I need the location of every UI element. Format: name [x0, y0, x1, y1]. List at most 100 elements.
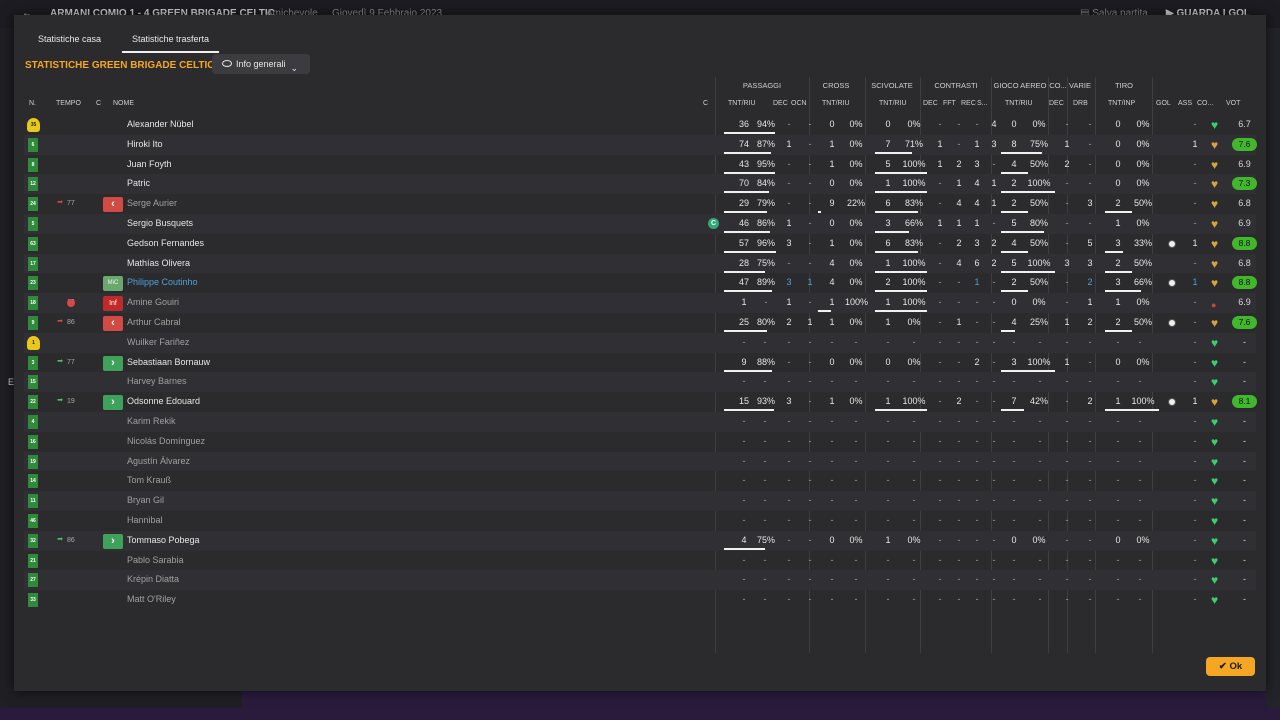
header-con-fft[interactable]: FFT [943, 100, 956, 107]
table-row[interactable]: 1 Wuilker Fariñez - - - - - - - - - - - - - - - - - - - ♥ - [24, 332, 1256, 353]
rating-badge: 7.6 [1232, 137, 1257, 151]
table-row[interactable]: 5 Sergio Busquets C 46 86% 1-0 0% 3 66% 1 1 1-5 80% -… [24, 214, 1256, 234]
table-row[interactable]: 14 Tom Krauß - - - - - - - - - - - - - - - - - - - ♥ - [24, 471, 1256, 491]
table-row[interactable]: 12 Patric 70 84% - -0 0% 1 100% -1 4 1 2 100% - -0 0% - ♥ 7… [24, 174, 1257, 195]
tab-away-stats[interactable]: Statistiche trasferta [122, 27, 220, 53]
stat-cell: - [1193, 416, 1197, 426]
table-row[interactable]: 21 Pablo Sarabia - - - - - - - - - - - - - - - - - - - ♥ - [24, 551, 1256, 571]
stat-pd: 1 [786, 218, 792, 228]
player-name[interactable]: Tommaso Pobega [127, 531, 200, 551]
player-name[interactable]: Karim Rekik [127, 412, 176, 432]
player-name[interactable]: Wuilker Fariñez [127, 333, 189, 353]
stat-cell: - [1193, 554, 1197, 565]
player-name[interactable]: Tom Krauß [127, 471, 171, 491]
stat-po: - [808, 198, 812, 209]
stat-cell: - [975, 435, 979, 446]
header-gol[interactable]: GOL [1156, 100, 1171, 107]
stat-po: 1 [807, 317, 813, 327]
table-row[interactable]: 63 Gedson Fernandes 57 96% 3-1 0% 6 83% -2 3 2 4 50%… [24, 234, 1257, 254]
shirt-number-icon: 35 [27, 118, 40, 132]
table-row[interactable]: 23 MiC Philippe Coutinho 47 89% 3 1 4 0% 2 100% - -1… [24, 273, 1257, 293]
player-name[interactable]: Mathías Olivera [127, 254, 190, 274]
table-row[interactable]: 8 Juan Foyth 43 95% - -1 0% 5 100% 1 2 3-4 50% 2-0 0% -… [24, 155, 1256, 175]
player-name[interactable]: Alexander Nübel [127, 115, 194, 135]
stat-ap: 100% [1027, 178, 1051, 189]
table-row[interactable]: 19 Agustín Álvarez - - - - - - - - - - - - - - - - - - - ♥ - [24, 451, 1256, 472]
player-name[interactable]: Arthur Cabral [127, 313, 181, 333]
table-row[interactable]: 24 ➡ ‹ 77 Serge Aurier 29 79% - -9 22% 6 83% -4 4 1 2 50… [24, 194, 1256, 214]
table-row[interactable]: 3 ➡ › 77 Sebastiaan Bornauw 9 88% - -0 0% 0 0% - -2-3… [24, 353, 1256, 373]
table-row[interactable]: 32 ➡ › 86 Tommaso Pobega 4 75% - -0 0% 1 0% - - - -0 0% -… [24, 530, 1256, 551]
shirt-number-icon: 21 [28, 553, 38, 568]
header-number[interactable]: N. [29, 100, 36, 107]
table-row[interactable]: 1819InfAmine Gouiri1-1-1100%1100%----00%… [24, 293, 1256, 313]
player-name[interactable]: Gedson Fernandes [127, 234, 204, 254]
table-row[interactable]: 22 ➡ › 19 Odsonne Edouard 15 93% 3-1 0% 1 100% -2- -… [24, 392, 1257, 412]
table-row[interactable]: 15 Harvey Barnes - - - - - - - - - - - - - - - - - - - ♥ - [24, 372, 1256, 393]
stat-at: 0 [1011, 119, 1017, 129]
header-time[interactable]: TEMPO [56, 100, 81, 107]
player-name[interactable]: Serge Aurier [127, 194, 177, 214]
stat-cell: - [1138, 336, 1142, 347]
header-cross-tnt[interactable]: TNT/RIU [822, 100, 850, 107]
player-name[interactable]: Agustín Álvarez [127, 452, 190, 472]
player-name[interactable]: Philippe Coutinho [127, 273, 198, 293]
player-name[interactable]: Matt O'Riley [127, 590, 176, 610]
header-ass[interactable]: ASS [1178, 100, 1192, 107]
stat-ct: 1 [829, 158, 835, 169]
header-var-drb[interactable]: DRB [1073, 100, 1088, 107]
player-name[interactable]: Nicolás Domínguez [127, 432, 205, 452]
header-tiro-tnt[interactable]: TNT/INP [1108, 100, 1135, 107]
player-name[interactable]: Patric [127, 174, 150, 194]
header-co-dec[interactable]: DEC [1049, 100, 1064, 107]
header-con-dec[interactable]: DEC [923, 100, 938, 107]
header-vot[interactable]: VOT [1226, 100, 1240, 107]
stat-cd: - [1065, 297, 1069, 308]
stat-cell: - [975, 594, 979, 605]
player-name[interactable]: Juan Foyth [127, 155, 172, 175]
table-row[interactable]: 4 Karim Rekik - - - - - - - - - - - - - - - - - - - ♥ - [24, 412, 1256, 432]
player-name[interactable]: Pablo Sarabia [127, 551, 184, 571]
stat-pd: 3 [786, 396, 792, 407]
stat-cell: - [742, 594, 746, 605]
stat-sp: 0% [907, 356, 921, 367]
ok-button[interactable]: ✔ Ok [1206, 657, 1255, 676]
table-row[interactable]: 46 Hannibal - - - - - - - - - - - - - - - - - - - ♥ - [24, 511, 1256, 531]
header-con-rec[interactable]: REC [961, 100, 976, 107]
stat-pd: - [787, 257, 791, 268]
tab-home-stats[interactable]: Statistiche casa [28, 27, 111, 53]
header-pass-dec[interactable]: DEC [773, 100, 788, 107]
header-c2[interactable]: C [703, 100, 708, 107]
table-row[interactable]: 16 Nicolás Domínguez - - - - - - - - - - - - - - - - - - - ♥ - [24, 432, 1256, 452]
stat-cell: - [938, 594, 942, 605]
stat-cell: - [1193, 435, 1197, 446]
table-row[interactable]: 33 Matt O'Riley - - - - - - - - - - - - - - - - - - - ♥ - [24, 590, 1256, 610]
table-row[interactable]: 17 Mathías Olivera 28 75% - -4 0% 1 100% -4 6 2 5 100… [24, 253, 1256, 274]
player-name[interactable]: Krépin Diatta [127, 570, 179, 590]
header-con-s[interactable]: S... [977, 100, 988, 107]
player-name[interactable]: Sergio Busquets [127, 214, 193, 234]
player-name[interactable]: Amine Gouiri [127, 293, 179, 313]
player-name[interactable]: Hannibal [127, 511, 163, 531]
table-row[interactable]: 9 ➡ ‹ 86 Arthur Cabral 25 80% 2 1 1 0% 1 0% -1- -4 25% 1… [24, 313, 1257, 333]
table-row[interactable]: 35 Alexander Nübel 36 94% - -0 0% 0 0% - - -4 0 0% - -0… [24, 115, 1256, 135]
header-pass-tnt[interactable]: TNT/RIU [728, 100, 756, 107]
player-name[interactable]: Hiroki Ito [127, 135, 163, 155]
header-pass-ocn[interactable]: OCN [791, 100, 807, 107]
header-c[interactable]: C [96, 100, 101, 107]
header-aer-tnt[interactable]: TNT/RIU [1005, 100, 1033, 107]
player-name[interactable]: Odsonne Edouard [127, 392, 200, 412]
player-name[interactable]: Sebastiaan Bornauw [127, 353, 210, 373]
view-dropdown[interactable]: Info generali ⌄ [212, 54, 310, 74]
table-row[interactable]: 6 Hiroki Ito 74 87% 1-1 0% 7 71% 1-1 3 8 75% 1-0 0% 1 ♥… [24, 134, 1257, 155]
stat-cell: - [808, 435, 812, 446]
table-row[interactable]: 11 Bryan Gil - - - - - - - - - - - - - - - - - - - ♥ - [24, 491, 1256, 511]
header-condition[interactable]: CO... [1197, 100, 1213, 107]
stat-cell: - [854, 336, 858, 347]
player-name[interactable]: Harvey Barnes [127, 372, 187, 392]
header-name[interactable]: NOME [113, 100, 134, 107]
header-sciv-tnt[interactable]: TNT/RIU [879, 100, 907, 107]
player-name[interactable]: Bryan Gil [127, 491, 164, 511]
stat-sp: 0% [907, 317, 921, 327]
table-row[interactable]: 27 Krépin Diatta - - - - - - - - - - - - - - - - - - - ♥ - [24, 570, 1256, 591]
